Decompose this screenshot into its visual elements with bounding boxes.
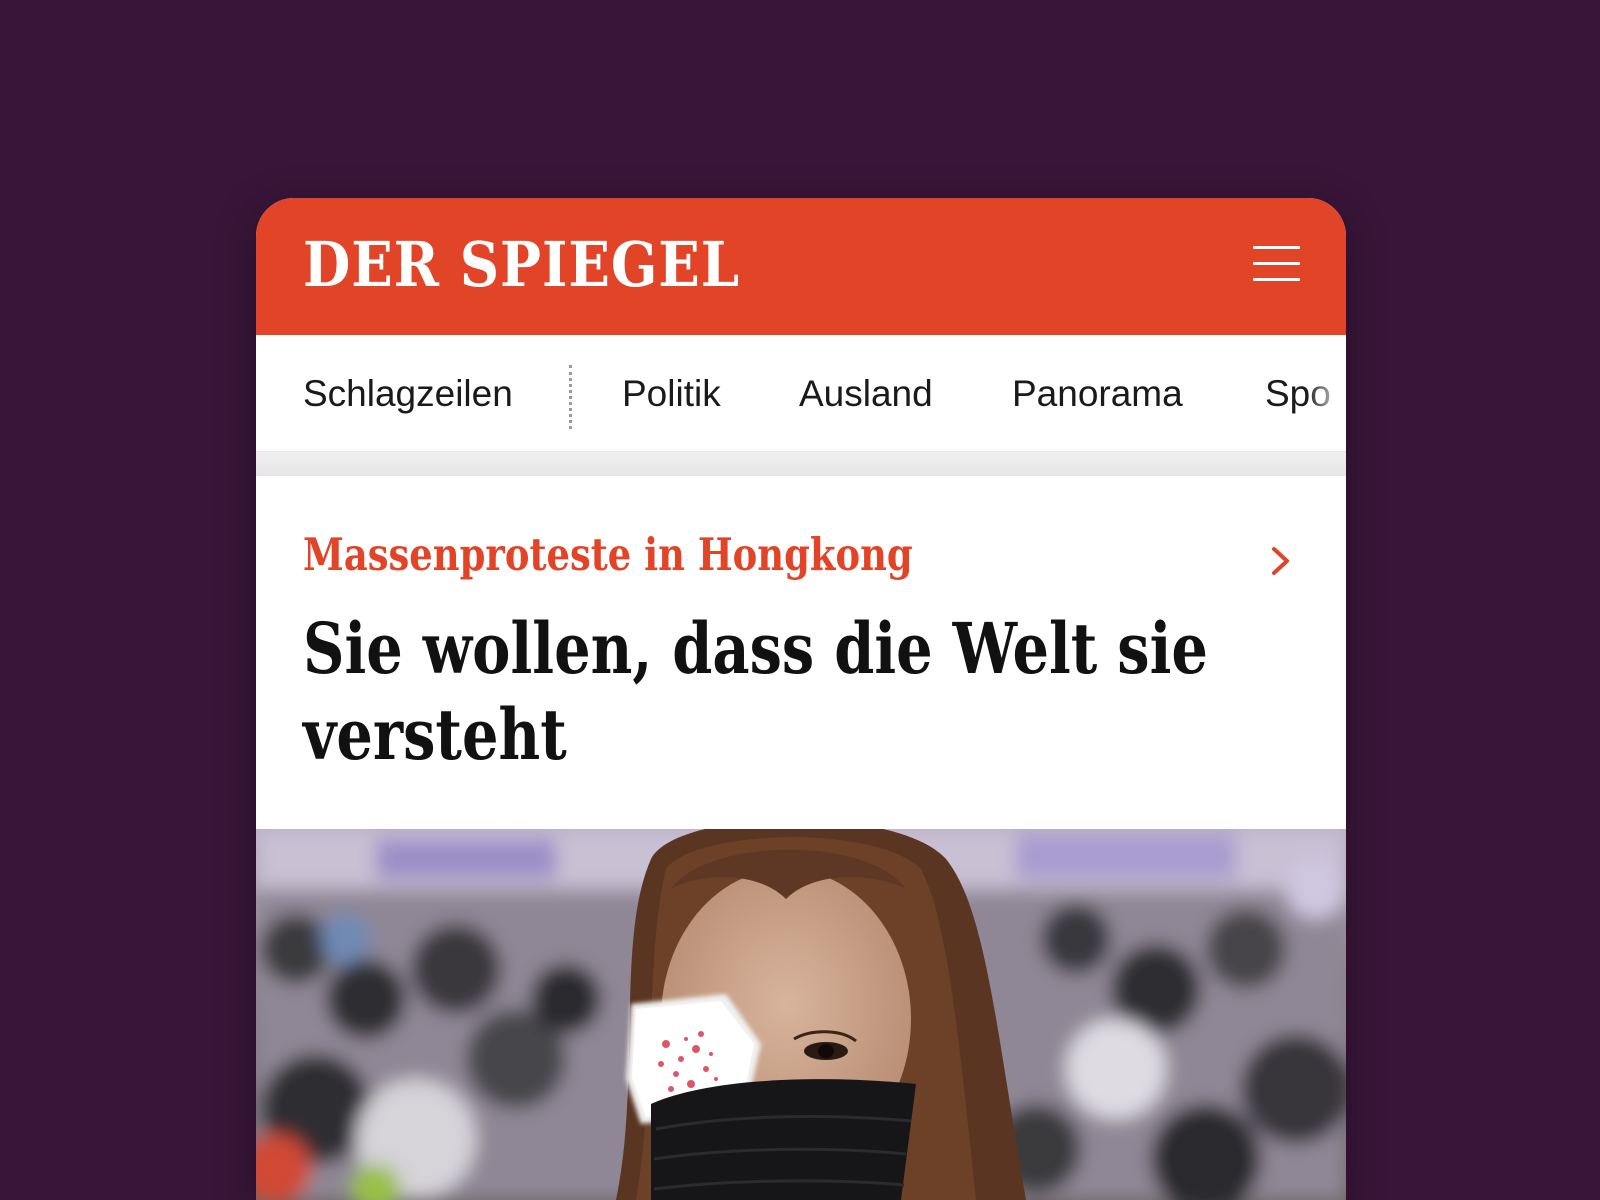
- article-kicker[interactable]: Massenproteste in Hongkong: [303, 528, 913, 581]
- nav-item-schlagzeilen[interactable]: Schlagzeilen: [303, 373, 513, 415]
- chevron-right-icon[interactable]: [1268, 544, 1294, 578]
- nav-divider: [569, 365, 572, 429]
- protester-photo[interactable]: [256, 829, 1346, 1200]
- article-teaser[interactable]: Massenproteste in Hongkong Sie wollen, d…: [256, 476, 1346, 829]
- section-nav: Schlagzeilen Politik Ausland Panorama Sp…: [256, 335, 1346, 452]
- hamburger-menu-icon[interactable]: [1253, 246, 1300, 284]
- article-headline[interactable]: Sie wollen, dass die Welt sie versteht: [303, 606, 1271, 778]
- nav-item-sport[interactable]: Spo: [1265, 373, 1331, 415]
- photo-illustration: [256, 829, 1346, 1200]
- spiegel-logo[interactable]: DER SPIEGEL: [303, 234, 740, 296]
- nav-item-ausland[interactable]: Ausland: [799, 373, 933, 415]
- nav-item-politik[interactable]: Politik: [622, 373, 721, 415]
- phone-frame: DER SPIEGEL Schlagzeilen Politik Ausland…: [256, 198, 1346, 1200]
- site-header: DER SPIEGEL: [256, 198, 1346, 335]
- section-gap: [256, 452, 1346, 476]
- nav-item-panorama[interactable]: Panorama: [1012, 373, 1183, 415]
